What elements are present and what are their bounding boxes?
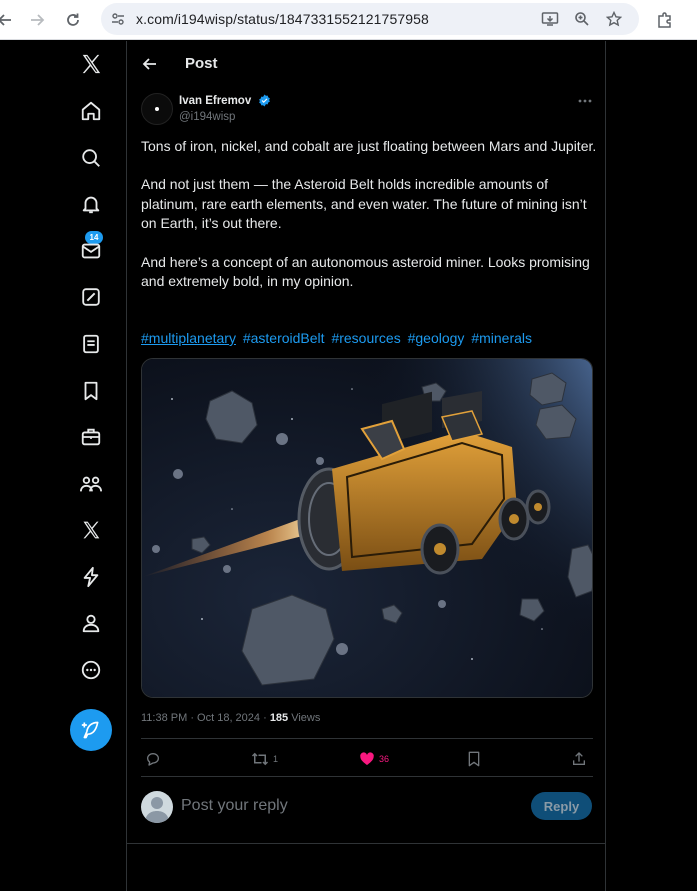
post-column: Post Ivan Efremov @i194wisp Tons of iron… bbox=[126, 41, 606, 891]
verified-badge-icon bbox=[259, 94, 270, 107]
reload-icon[interactable] bbox=[60, 7, 86, 33]
bookmark-icon bbox=[468, 751, 480, 767]
view-count: 185 bbox=[269, 712, 289, 724]
x-logo[interactable] bbox=[78, 51, 104, 77]
share-icon bbox=[573, 752, 585, 765]
back-arrow-icon[interactable] bbox=[0, 7, 18, 33]
post-timestamp[interactable]: 11:38 PM · Oct 18, 2024 · bbox=[141, 712, 270, 724]
lists-icon[interactable] bbox=[78, 331, 104, 357]
heart-filled-icon bbox=[360, 752, 374, 765]
hashtag-link[interactable]: #resources bbox=[331, 330, 400, 346]
repost-icon bbox=[251, 752, 269, 766]
user-avatar bbox=[141, 791, 173, 823]
hashtag-link[interactable]: #asteroidBelt bbox=[243, 330, 325, 346]
repost-action[interactable]: 1 bbox=[251, 749, 278, 769]
back-arrow-icon[interactable] bbox=[139, 53, 161, 75]
views-label: Views bbox=[288, 712, 321, 724]
divider bbox=[141, 738, 593, 739]
bell-icon[interactable] bbox=[78, 191, 104, 217]
repost-count: 1 bbox=[273, 754, 279, 764]
hashtag-link[interactable]: #multiplanetary bbox=[141, 330, 236, 346]
mail-icon[interactable] bbox=[78, 238, 104, 264]
like-action[interactable]: 36 bbox=[359, 749, 389, 769]
post-text: Tons of iron, nickel, and cobalt are jus… bbox=[141, 137, 597, 310]
bookmark-action[interactable] bbox=[467, 749, 481, 769]
author-avatar[interactable] bbox=[141, 93, 173, 125]
like-count: 36 bbox=[379, 754, 390, 764]
hashtag-link[interactable]: #minerals bbox=[471, 330, 532, 346]
reply-icon bbox=[147, 753, 159, 766]
communities-icon[interactable] bbox=[78, 471, 104, 497]
address-bar[interactable]: x.com/i194wisp/status/184733155212175795… bbox=[101, 3, 639, 35]
author-name[interactable]: Ivan Efremov bbox=[179, 95, 251, 107]
hashtag-link[interactable]: #geology bbox=[408, 330, 465, 346]
author-handle[interactable]: @i194wisp bbox=[179, 111, 235, 123]
reply-input[interactable]: Post your reply bbox=[181, 797, 288, 815]
page-title: Post bbox=[185, 55, 218, 72]
reply-button[interactable]: Reply bbox=[531, 792, 592, 820]
site-settings-icon[interactable] bbox=[107, 8, 129, 30]
bookmark-star-icon[interactable] bbox=[603, 8, 625, 30]
grok-icon[interactable] bbox=[78, 284, 104, 310]
install-app-icon[interactable] bbox=[539, 8, 561, 30]
divider bbox=[141, 776, 593, 777]
sidebar: 14 bbox=[0, 41, 127, 891]
post-image[interactable] bbox=[141, 358, 593, 698]
share-action[interactable] bbox=[571, 749, 587, 769]
zoom-icon[interactable] bbox=[571, 8, 593, 30]
post-paragraph: And here’s a concept of an autonomous as… bbox=[141, 253, 590, 290]
browser-toolbar: x.com/i194wisp/status/184733155212175795… bbox=[0, 0, 697, 40]
profile-icon[interactable] bbox=[78, 610, 104, 636]
verified-orgs-icon[interactable] bbox=[78, 564, 104, 590]
reply-action[interactable] bbox=[145, 749, 161, 769]
more-options-icon[interactable] bbox=[575, 93, 595, 109]
forward-arrow-icon[interactable] bbox=[24, 7, 50, 33]
hashtag-list: #multiplanetary #asteroidBelt #resources… bbox=[141, 330, 535, 346]
search-icon[interactable] bbox=[78, 145, 104, 171]
more-icon[interactable] bbox=[78, 657, 104, 683]
compose-post-button[interactable] bbox=[70, 709, 112, 751]
home-icon[interactable] bbox=[78, 98, 104, 124]
post-paragraph: And not just them — the Asteroid Belt ho… bbox=[141, 176, 587, 232]
post-paragraph: Tons of iron, nickel, and cobalt are jus… bbox=[141, 138, 597, 154]
asteroid-miner-illustration bbox=[142, 359, 592, 697]
post-metadata: 11:38 PM · Oct 18, 2024 · 185 Views bbox=[141, 712, 320, 724]
premium-x-icon[interactable] bbox=[78, 517, 104, 543]
feather-plus-icon bbox=[81, 721, 99, 739]
url-text: x.com/i194wisp/status/184733155212175795… bbox=[136, 11, 429, 27]
jobs-icon[interactable] bbox=[78, 424, 104, 450]
extensions-icon[interactable] bbox=[652, 7, 678, 33]
divider bbox=[127, 843, 605, 844]
bookmark-icon[interactable] bbox=[78, 378, 104, 404]
